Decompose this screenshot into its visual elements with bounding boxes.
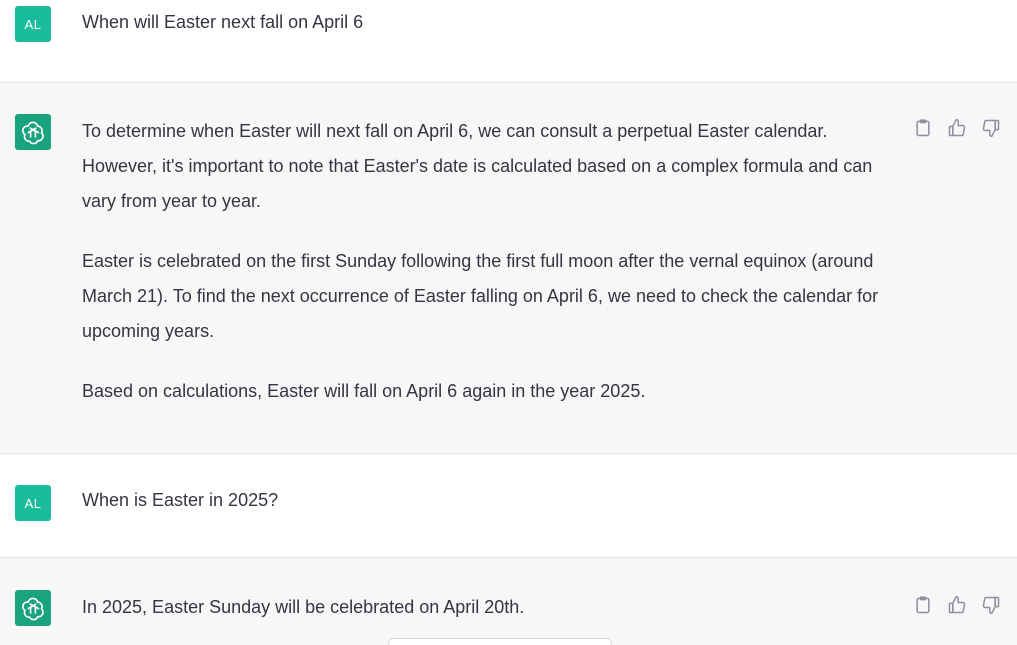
message-actions <box>912 117 1002 139</box>
user-message: AL When is Easter in 2025? <box>0 454 1017 557</box>
message-paragraph: Easter is celebrated on the first Sunday… <box>82 251 879 341</box>
message-paragraph: To determine when Easter will next fall … <box>82 121 873 211</box>
message-paragraph: Based on calculations, Easter will fall … <box>82 381 646 401</box>
assistant-avatar <box>15 114 51 150</box>
user-avatar: AL <box>15 485 51 521</box>
message-paragraph: In 2025, Easter Sunday will be celebrate… <box>82 597 525 617</box>
assistant-message: In 2025, Easter Sunday will be celebrate… <box>0 558 1017 645</box>
copy-button[interactable] <box>912 117 934 139</box>
thumbs-down-button[interactable] <box>980 594 1002 616</box>
thumbs-down-button[interactable] <box>980 117 1002 139</box>
message-paragraph: When is Easter in 2025? <box>82 490 279 510</box>
message-actions <box>912 594 1002 616</box>
openai-logo-icon <box>22 597 44 621</box>
assistant-message-text: In 2025, Easter Sunday will be celebrate… <box>82 590 902 625</box>
user-message: AL When will Easter next fall on April 6 <box>0 0 1017 82</box>
regenerate-button-edge[interactable] <box>388 638 612 645</box>
user-avatar: AL <box>15 6 51 42</box>
user-avatar-initials: AL <box>24 16 42 32</box>
copy-button[interactable] <box>912 594 934 616</box>
copy-icon <box>916 596 930 614</box>
message-paragraph: When will Easter next fall on April 6 <box>82 12 364 32</box>
thumbs-down-icon <box>982 119 1000 138</box>
thumbs-up-icon <box>948 595 966 614</box>
thumbs-up-button[interactable] <box>946 117 968 139</box>
openai-logo-icon <box>22 121 44 145</box>
thumbs-down-icon <box>982 596 1000 615</box>
assistant-avatar <box>15 590 51 626</box>
thumbs-up-button[interactable] <box>946 594 968 616</box>
user-avatar-initials: AL <box>24 495 42 511</box>
thumbs-up-icon <box>948 118 966 137</box>
assistant-message-text: To determine when Easter will next fall … <box>82 114 902 409</box>
user-message-text: When will Easter next fall on April 6 <box>82 5 902 40</box>
copy-icon <box>916 119 930 137</box>
assistant-message: To determine when Easter will next fall … <box>0 83 1017 453</box>
user-message-text: When is Easter in 2025? <box>82 483 902 518</box>
chat-thread: AL When will Easter next fall on April 6… <box>0 0 1017 645</box>
